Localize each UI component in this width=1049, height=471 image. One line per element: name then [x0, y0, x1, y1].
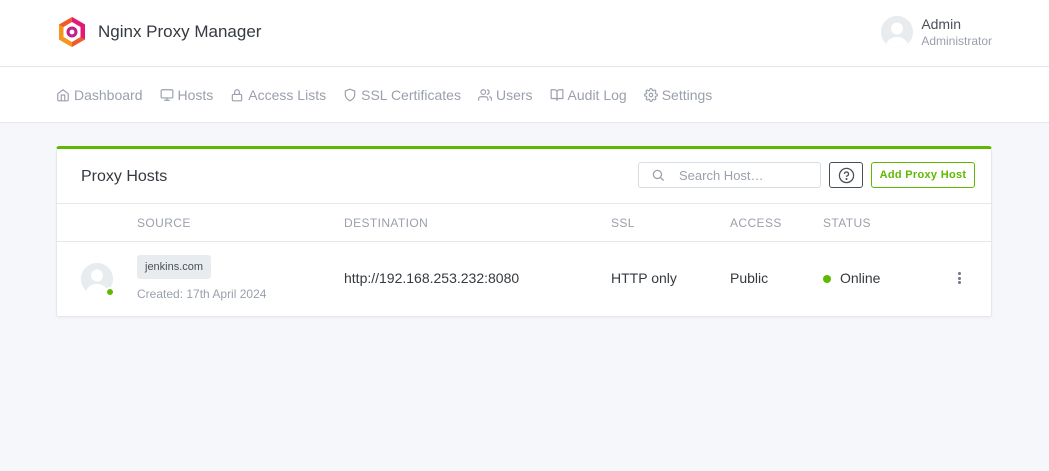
user-info: Admin Administrator [921, 17, 992, 47]
owner-avatar [81, 263, 115, 297]
status-dot [823, 275, 831, 283]
column-header-access: Access [730, 216, 782, 230]
user-menu[interactable]: Admin Administrator [881, 16, 992, 48]
book-icon [550, 89, 563, 101]
shield-icon [344, 88, 356, 102]
nav-label: Settings [661, 87, 713, 103]
avatar [881, 16, 914, 48]
column-header-destination: Destination [344, 216, 429, 230]
column-header-status: Status [823, 216, 871, 230]
monitor-icon [160, 89, 173, 101]
lock-icon [232, 89, 243, 102]
nav-item-users[interactable]: Users [477, 87, 533, 103]
more-dot [957, 281, 961, 284]
card-header: Proxy Hosts Add Proxy Host [57, 149, 991, 204]
table-header: Source Destination SSL Access Status [57, 204, 991, 242]
card-title: Proxy Hosts [81, 168, 168, 185]
app-title: Nginx Proxy Manager [98, 22, 262, 41]
user-role: Administrator [921, 34, 992, 48]
nav-label: Dashboard [74, 87, 143, 103]
ssl-cell: HTTP only [611, 270, 677, 286]
nav-label: SSL Certificates [361, 87, 461, 103]
main-nav: Dashboard Hosts Access Lists SSL Certifi… [0, 67, 1049, 123]
nav-item-audit-log[interactable]: Audit Log [550, 87, 627, 103]
nav-item-access-lists[interactable]: Access Lists [230, 87, 326, 103]
nav-item-settings[interactable]: Settings [643, 87, 713, 103]
access-cell: Public [730, 270, 769, 286]
column-header-source: Source [137, 216, 191, 230]
search-box[interactable] [638, 162, 821, 188]
column-header-ssl: SSL [611, 216, 635, 230]
destination-cell: http://192.168.253.232:8080 [344, 270, 520, 286]
brand[interactable]: Nginx Proxy Manager [57, 16, 261, 48]
help-button[interactable] [829, 162, 863, 188]
more-dot [957, 276, 961, 280]
more-dot [957, 272, 961, 275]
users-icon [477, 89, 492, 101]
user-name: Admin [921, 16, 961, 32]
add-proxy-host-button[interactable]: Add Proxy Host [871, 162, 975, 188]
domain-badge[interactable]: jenkins.com [137, 255, 212, 279]
app-logo-icon [59, 17, 85, 47]
nav-label: Users [495, 87, 533, 103]
user-avatar-icon [881, 16, 914, 48]
search-icon [652, 169, 664, 181]
created-date: Created: 17th April 2024 [137, 287, 267, 301]
top-header: Nginx Proxy Manager Admin Administrator [0, 0, 1049, 67]
search-input[interactable] [679, 167, 809, 183]
help-icon [838, 167, 854, 183]
nav-item-ssl-certificates[interactable]: SSL Certificates [343, 87, 461, 103]
row-actions-menu[interactable] [953, 270, 965, 286]
nav-label: Audit Log [567, 87, 627, 103]
home-icon [57, 89, 69, 102]
table-row[interactable]: jenkins.com Created: 17th April 2024 htt… [57, 242, 991, 317]
online-indicator [105, 287, 115, 297]
gear-icon [643, 88, 658, 102]
nav-label: Access Lists [248, 87, 327, 103]
proxy-hosts-card: Proxy Hosts Add Proxy Host Source Destin… [56, 146, 992, 317]
status-cell: Online [840, 270, 881, 286]
nav-label: Hosts [177, 87, 214, 103]
nav-item-hosts[interactable]: Hosts [160, 87, 214, 103]
nav-item-dashboard[interactable]: Dashboard [56, 87, 143, 103]
